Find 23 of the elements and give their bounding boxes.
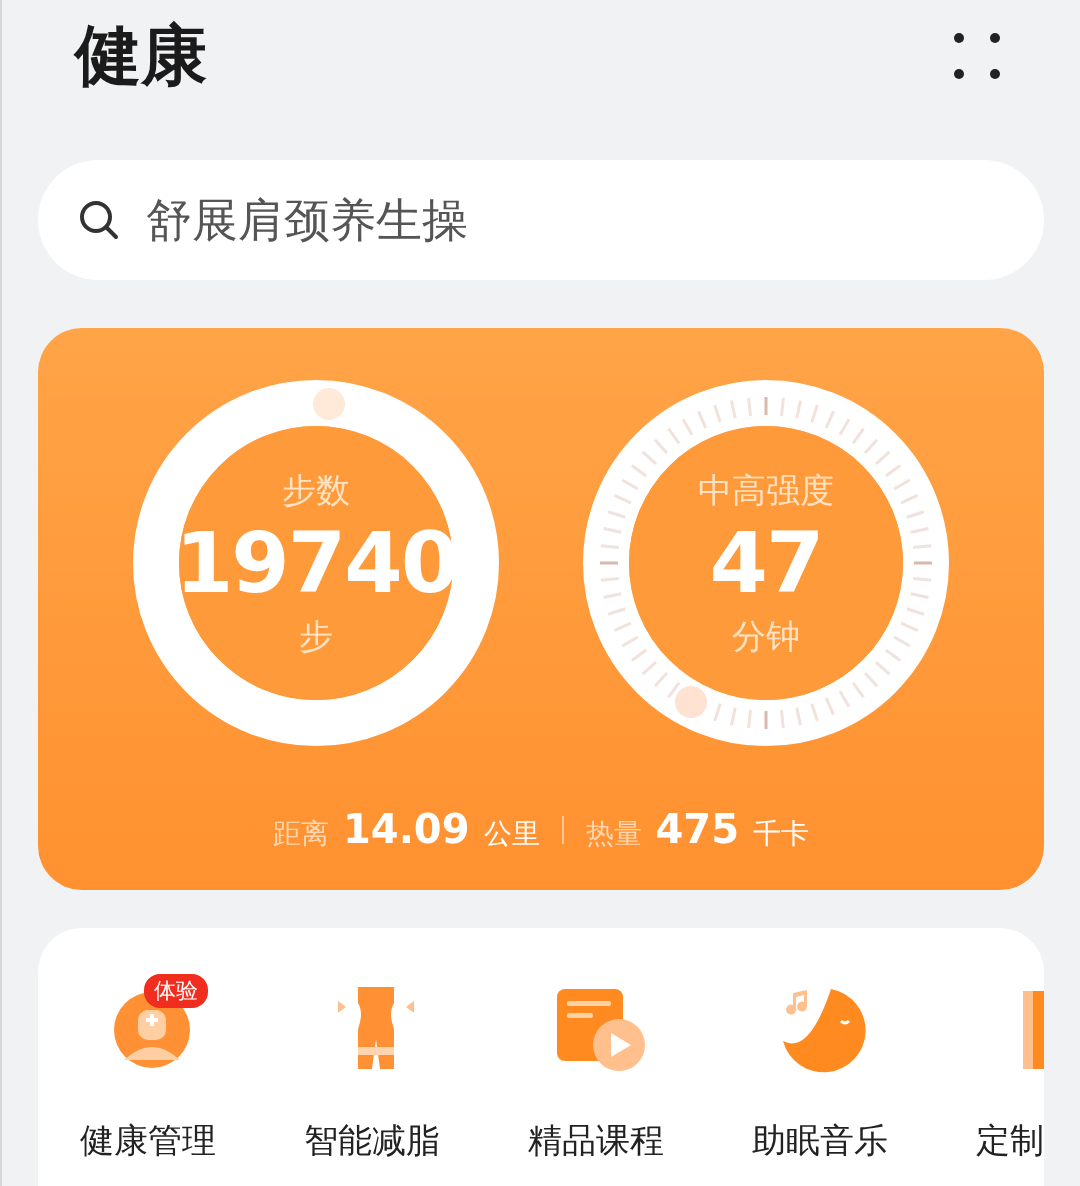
ring-value: 19740 — [174, 512, 458, 614]
ring-label: 步数 — [282, 469, 350, 511]
stat-label: 距离 — [273, 816, 329, 852]
service-item[interactable]: 精品课程 — [528, 1118, 664, 1164]
stat-value: 475 — [655, 806, 739, 852]
ring-unit: 分钟 — [732, 615, 800, 657]
service-item[interactable]: 助眠音乐 — [752, 1118, 888, 1164]
ring-value: 47 — [709, 512, 823, 614]
ring-label: 中高强度 — [698, 469, 834, 511]
page-title: 健康 — [75, 23, 207, 89]
service-item[interactable]: 健康管理 — [80, 1118, 216, 1164]
stat-label: 热量 — [585, 816, 642, 852]
stat-value: 14.09 — [343, 806, 470, 852]
service-item[interactable]: 智能减脂 — [304, 1118, 440, 1164]
more-menu-icon[interactable] — [954, 33, 1000, 79]
video-course-icon — [555, 987, 645, 1073]
search-field[interactable]: 舒展肩颈养生操 — [38, 160, 1044, 280]
service-item[interactable]: 定制 — [976, 1118, 1044, 1164]
stat-unit: 千卡 — [753, 816, 809, 852]
ring-unit: 步 — [299, 615, 333, 657]
trial-badge: 体验 — [144, 974, 208, 1008]
search-icon — [78, 199, 120, 241]
stat-unit: 公里 — [483, 816, 540, 852]
